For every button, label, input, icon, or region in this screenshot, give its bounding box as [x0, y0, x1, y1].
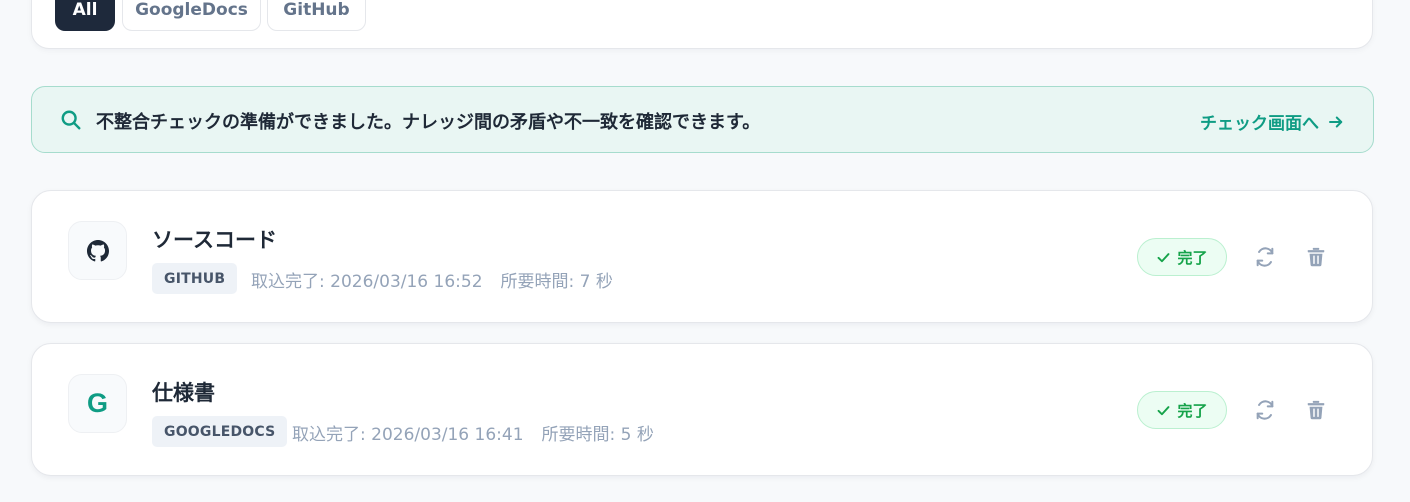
source-meta: 取込完了: 2026/03/16 16:41 所要時間: 5 秒 — [292, 420, 654, 445]
refresh-icon — [1256, 247, 1274, 267]
source-title: ソースコード — [152, 228, 277, 252]
import-complete-time: 取込完了: 2026/03/16 16:52 — [251, 272, 483, 292]
google-icon: G — [86, 388, 108, 418]
source-icon-box — [68, 221, 127, 280]
source-row: ソースコード GITHUB 取込完了: 2026/03/16 16:52 所要時間… — [31, 190, 1373, 323]
refresh-button[interactable] — [1253, 245, 1277, 269]
refresh-button[interactable] — [1253, 398, 1277, 422]
filter-github-button[interactable]: GitHub — [267, 0, 366, 31]
source-row: G 仕様書 GOOGLEDOCS 取込完了: 2026/03/16 16:41 所… — [31, 343, 1373, 476]
search-icon — [60, 109, 82, 131]
import-duration: 所要時間: 5 秒 — [541, 425, 654, 445]
check-screen-link-label: チェック画面へ — [1200, 114, 1319, 134]
source-meta: 取込完了: 2026/03/16 16:52 所要時間: 7 秒 — [251, 267, 613, 292]
check-icon — [1158, 405, 1170, 415]
banner-message: 不整合チェックの準備ができました。ナレッジ間の矛盾や不一致を確認できます。 — [96, 112, 761, 133]
status-badge: 完了 — [1137, 238, 1227, 276]
status-label: 完了 — [1177, 248, 1208, 267]
source-type-badge: GITHUB — [152, 263, 238, 294]
trash-icon — [1307, 247, 1325, 267]
source-icon-box: G — [68, 374, 127, 433]
github-icon — [86, 239, 109, 261]
source-type-badge: GOOGLEDOCS — [152, 416, 288, 447]
trash-icon — [1307, 400, 1325, 420]
refresh-icon — [1256, 400, 1274, 420]
consistency-check-banner: 不整合チェックの準備ができました。ナレッジ間の矛盾や不一致を確認できます。 チェ… — [31, 86, 1374, 153]
filter-all-button[interactable]: All — [55, 0, 115, 31]
filter-googledocs-button[interactable]: GoogleDocs — [122, 0, 261, 31]
import-duration: 所要時間: 7 秒 — [500, 272, 613, 292]
status-label: 完了 — [1177, 401, 1208, 420]
source-title: 仕様書 — [152, 381, 215, 405]
import-complete-time: 取込完了: 2026/03/16 16:41 — [292, 425, 524, 445]
status-badge: 完了 — [1137, 391, 1227, 429]
delete-button[interactable] — [1304, 398, 1328, 422]
delete-button[interactable] — [1304, 245, 1328, 269]
check-icon — [1158, 252, 1170, 262]
arrow-right-icon — [1329, 116, 1343, 127]
check-screen-link[interactable]: チェック画面へ — [1200, 109, 1345, 134]
